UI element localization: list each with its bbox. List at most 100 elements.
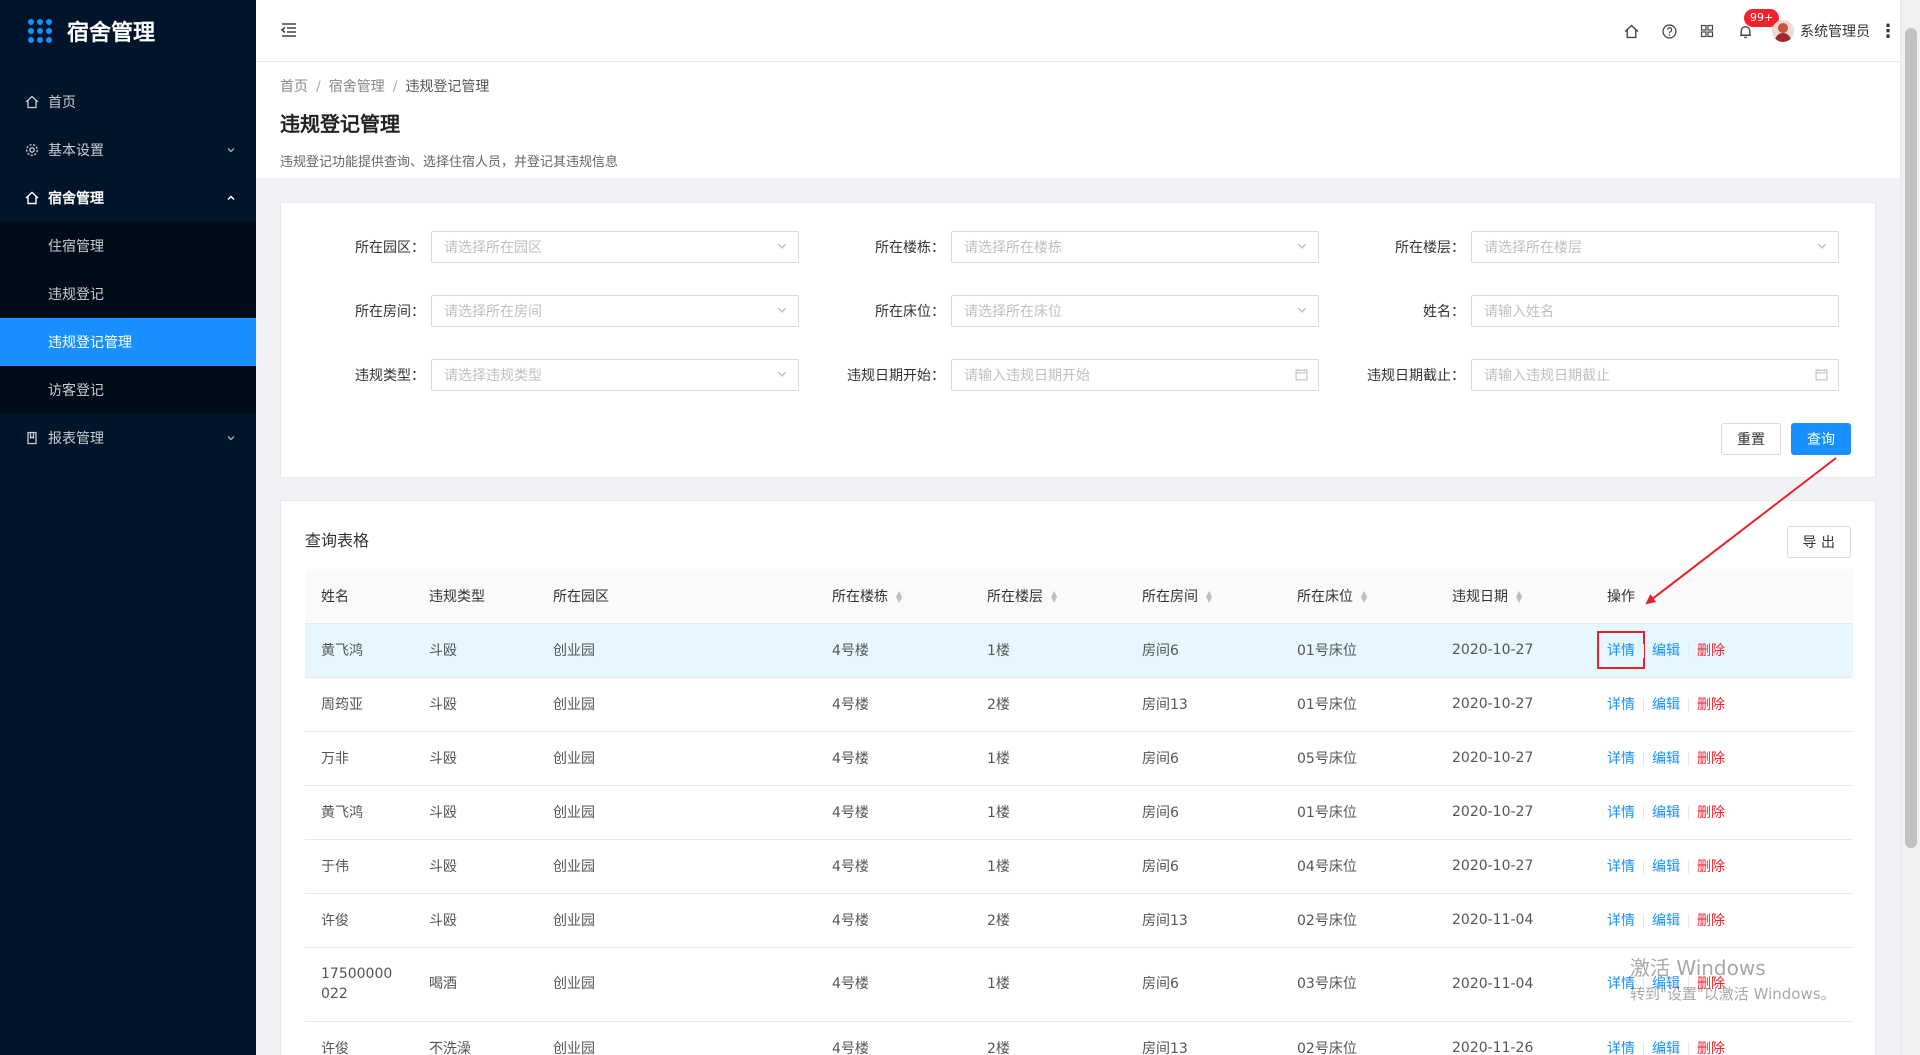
table-cell: 于伟 bbox=[305, 839, 413, 894]
divider bbox=[1688, 806, 1689, 820]
sort-icon[interactable]: ▲ ▼ bbox=[896, 589, 902, 603]
sort-icon[interactable]: ▲ ▼ bbox=[1361, 589, 1367, 603]
column-header-sortable[interactable]: 所在床位 ▲ ▼ bbox=[1281, 569, 1436, 624]
menu-fold-icon[interactable] bbox=[280, 21, 298, 43]
edit-link[interactable]: 编辑 bbox=[1652, 751, 1680, 767]
name-input[interactable]: 请输入姓名 bbox=[1471, 295, 1839, 327]
building-select[interactable]: 请选择所在楼栋 bbox=[951, 231, 1319, 263]
query-button[interactable]: 查询 bbox=[1791, 423, 1851, 455]
violation-type-select[interactable]: 请选择违规类型 bbox=[431, 359, 799, 391]
table-cell: 05号床位 bbox=[1281, 731, 1436, 786]
gear-icon bbox=[24, 142, 40, 158]
delete-link[interactable]: 删除 bbox=[1697, 805, 1725, 821]
table-cell: 房间6 bbox=[1126, 623, 1281, 678]
sidebar-item-basic-settings[interactable]: 基本设置 bbox=[0, 126, 256, 174]
edit-link[interactable]: 编辑 bbox=[1652, 805, 1680, 821]
sidebar-item-visitor-registration[interactable]: 访客登记 bbox=[0, 366, 256, 414]
table-cell: 2020-11-26 bbox=[1436, 1021, 1591, 1055]
violation-table: 姓名 违规类型 所在园区 所在楼栋 ▲ ▼ 所在楼层 ▲ ▼ 所在房间 ▲ ▼ 所在床位 ▲ ▼… bbox=[305, 569, 1853, 1055]
table-cell: 4号楼 bbox=[816, 731, 971, 786]
edit-link[interactable]: 编辑 bbox=[1652, 1041, 1680, 1055]
user-menu[interactable]: 系统管理员 bbox=[1772, 20, 1870, 42]
detail-link[interactable]: 详情 bbox=[1607, 643, 1635, 659]
table-cell: 2020-10-27 bbox=[1436, 677, 1591, 732]
export-button[interactable]: 导 出 bbox=[1786, 526, 1851, 558]
breadcrumb-home[interactable]: 首页 bbox=[280, 79, 308, 95]
row-actions: 详情 编辑 删除 bbox=[1591, 893, 1853, 948]
detail-link[interactable]: 详情 bbox=[1607, 913, 1635, 929]
column-header-sortable[interactable]: 违规日期 ▲ ▼ bbox=[1436, 569, 1591, 624]
sidebar-item-home[interactable]: 首页 bbox=[0, 78, 256, 126]
row-actions: 详情 编辑 删除 bbox=[1591, 1021, 1853, 1055]
table-cell: 创业园 bbox=[537, 731, 816, 786]
sidebar-item-lodging-management[interactable]: 住宿管理 bbox=[0, 222, 256, 270]
park-select[interactable]: 请选择所在园区 bbox=[431, 231, 799, 263]
bed-select[interactable]: 请选择所在床位 bbox=[951, 295, 1319, 327]
detail-link[interactable]: 详情 bbox=[1607, 805, 1635, 821]
scrollbar-thumb[interactable] bbox=[1905, 28, 1917, 848]
help-icon[interactable] bbox=[1650, 0, 1688, 62]
date-end-picker[interactable]: 请输入违规日期截止 bbox=[1471, 359, 1839, 391]
page-scrollbar[interactable] bbox=[1900, 0, 1920, 1055]
home-icon[interactable] bbox=[1612, 0, 1650, 62]
delete-link[interactable]: 删除 bbox=[1697, 913, 1725, 929]
delete-link[interactable]: 删除 bbox=[1697, 643, 1725, 659]
reset-button[interactable]: 重置 bbox=[1721, 423, 1781, 455]
sort-icon[interactable]: ▲ ▼ bbox=[1516, 589, 1522, 603]
sidebar-item-label: 住宿管理 bbox=[48, 239, 104, 255]
app-logo[interactable]: 宿舍管理 bbox=[0, 0, 256, 62]
table-cell: 房间13 bbox=[1126, 1021, 1281, 1055]
table-cell: 4号楼 bbox=[816, 947, 971, 1022]
floor-select[interactable]: 请选择所在楼层 bbox=[1471, 231, 1839, 263]
table-cell: 4号楼 bbox=[816, 785, 971, 840]
room-select[interactable]: 请选择所在房间 bbox=[431, 295, 799, 327]
row-actions: 详情 编辑 删除 bbox=[1591, 677, 1853, 732]
divider bbox=[1643, 698, 1644, 712]
filter-floor: 所在楼层： 请选择所在楼层 bbox=[1321, 231, 1839, 263]
delete-link[interactable]: 删除 bbox=[1697, 697, 1725, 713]
breadcrumb-current: 违规登记管理 bbox=[405, 79, 490, 95]
edit-link[interactable]: 编辑 bbox=[1652, 913, 1680, 929]
detail-link[interactable]: 详情 bbox=[1607, 859, 1635, 875]
detail-link[interactable]: 详情 bbox=[1607, 751, 1635, 767]
sort-icon[interactable]: ▲ ▼ bbox=[1206, 589, 1212, 603]
edit-link[interactable]: 编辑 bbox=[1652, 859, 1680, 875]
violation-type-placeholder: 请选择违规类型 bbox=[444, 368, 542, 384]
delete-link[interactable]: 删除 bbox=[1697, 859, 1725, 875]
table-cell: 2楼 bbox=[971, 1021, 1126, 1055]
highlight-box: 详情 bbox=[1597, 631, 1645, 669]
table-cell: 2楼 bbox=[971, 893, 1126, 948]
apps-icon[interactable] bbox=[1688, 0, 1726, 62]
chevron-down-icon bbox=[1816, 240, 1828, 256]
divider bbox=[1643, 860, 1644, 874]
table-cell: 斗殴 bbox=[413, 677, 537, 732]
date-start-picker[interactable]: 请输入违规日期开始 bbox=[951, 359, 1319, 391]
edit-link[interactable]: 编辑 bbox=[1652, 697, 1680, 713]
page-header: 首页 / 宿舍管理 / 违规登记管理 违规登记管理 违规登记功能提供查询、选择住宿人员，… bbox=[256, 62, 1900, 178]
breadcrumb-dorm[interactable]: 宿舍管理 bbox=[329, 79, 385, 95]
sidebar-item-violation-registration[interactable]: 违规登记 bbox=[0, 270, 256, 318]
name-placeholder: 请输入姓名 bbox=[1484, 304, 1554, 320]
bell-icon[interactable]: 99+ bbox=[1726, 0, 1780, 62]
sidebar-item-violation-management[interactable]: 违规登记管理 bbox=[0, 318, 256, 366]
sort-icon[interactable]: ▲ ▼ bbox=[1051, 589, 1057, 603]
table-cell: 2020-11-04 bbox=[1436, 947, 1591, 1022]
sidebar-item-report-management[interactable]: 报表管理 bbox=[0, 414, 256, 462]
delete-link[interactable]: 删除 bbox=[1697, 1041, 1725, 1055]
edit-link[interactable]: 编辑 bbox=[1652, 643, 1680, 659]
divider bbox=[1688, 1042, 1689, 1055]
row-actions: 详情 编辑 删除 bbox=[1591, 839, 1853, 894]
table-cell: 2020-10-27 bbox=[1436, 839, 1591, 894]
column-header-sortable[interactable]: 所在楼层 ▲ ▼ bbox=[971, 569, 1126, 624]
detail-link[interactable]: 详情 bbox=[1607, 697, 1635, 713]
row-actions: 详情 编辑 删除 bbox=[1591, 785, 1853, 840]
delete-link[interactable]: 删除 bbox=[1697, 751, 1725, 767]
sidebar-item-dorm-management[interactable]: 宿舍管理 bbox=[0, 174, 256, 222]
detail-link[interactable]: 详情 bbox=[1607, 1041, 1635, 1055]
table-cell: 喝酒 bbox=[413, 947, 537, 1022]
column-header-sortable[interactable]: 所在楼栋 ▲ ▼ bbox=[816, 569, 971, 624]
more-vertical-icon[interactable]: ⋮ bbox=[1876, 21, 1900, 42]
home-icon bbox=[24, 94, 40, 110]
column-header-sortable[interactable]: 所在房间 ▲ ▼ bbox=[1126, 569, 1281, 624]
table-cell: 2020-10-27 bbox=[1436, 785, 1591, 840]
